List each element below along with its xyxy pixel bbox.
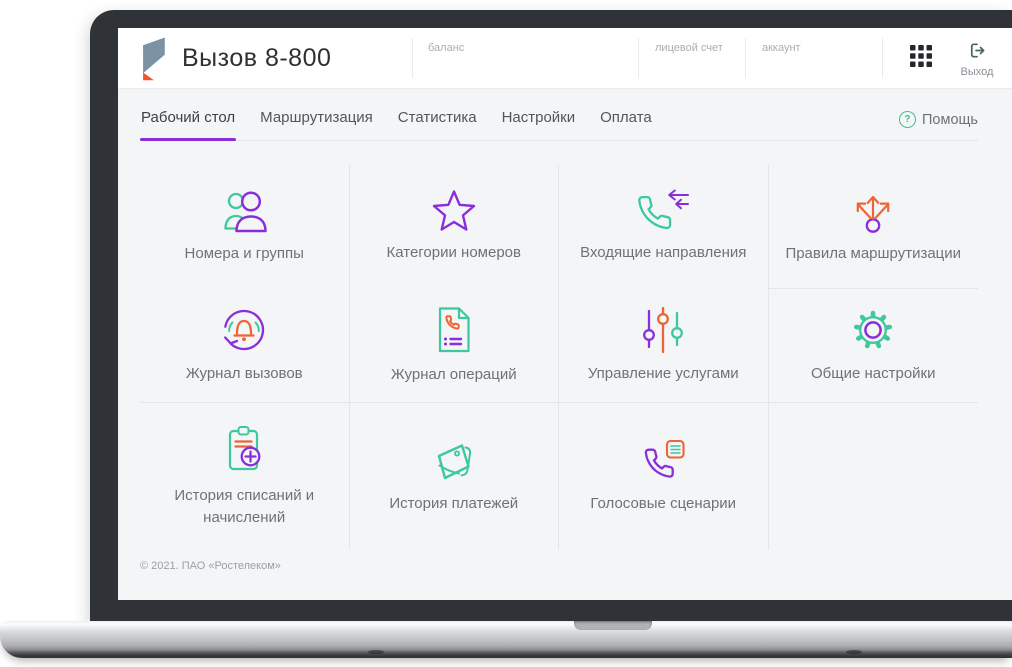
help-link[interactable]: ? Помощь (898, 111, 978, 128)
star-icon (432, 190, 475, 231)
people-icon (224, 191, 267, 233)
tile-label: История платежей (389, 495, 519, 513)
tile-payments-history[interactable]: История платежей (349, 402, 559, 550)
logout-button[interactable]: Выход (946, 41, 1008, 78)
laptop-screen-bezel: Вызов 8-800 баланс лицевой счет аккаунт (90, 10, 1012, 622)
charges-history-icon (229, 426, 261, 471)
tab-payment[interactable]: Оплата (599, 109, 653, 141)
route-split-icon (856, 196, 890, 233)
tile-label: Журнал операций (390, 365, 517, 383)
tile-routing-rules[interactable]: Правила маршрутизации (769, 165, 979, 288)
incoming-call-icon (638, 189, 690, 230)
tile-label: Правила маршрутизации (785, 245, 962, 263)
copyright-text: © 2021. ПАО «Ростелеком» (140, 560, 281, 572)
tile-incoming-directions[interactable]: Входящие направления (559, 165, 769, 288)
gear-icon (854, 310, 893, 349)
tile-voice-scenarios[interactable]: Голосовые сценарии (559, 402, 769, 550)
tile-label: Входящие направления (580, 244, 747, 262)
sliders-icon (643, 306, 684, 353)
header-divider (882, 38, 883, 78)
tile-label: Управление услугами (587, 364, 739, 382)
logout-icon (970, 43, 984, 58)
tile-number-categories[interactable]: Категории номеров (350, 165, 559, 288)
tile-label: Голосовые сценарии (590, 495, 737, 513)
tile-service-management[interactable]: Управление услугами (559, 288, 769, 402)
operations-log-icon (438, 307, 470, 352)
tile-label: История списаний и начислений (174, 487, 315, 526)
tile-label: Категории номеров (386, 244, 521, 262)
dashboard-tile-grid: Номера и группы Категории номеров Входящ… (140, 165, 978, 550)
nav-bar: Рабочий стол Маршрутизация Статистика На… (118, 88, 1012, 141)
page: Вызов 8-800 баланс лицевой счет аккаунт (0, 0, 1012, 667)
account-label: аккаунт (762, 42, 801, 54)
header-divider (638, 38, 639, 78)
tile-charges-history[interactable]: История списаний и начислений (140, 402, 350, 550)
question-circle-icon: ? (898, 111, 916, 128)
tile-operations-log[interactable]: Журнал операций (350, 288, 559, 402)
tile-general-settings[interactable]: Общие настройки (768, 288, 978, 402)
tab-routing[interactable]: Маршрутизация (259, 109, 374, 141)
tab-settings[interactable]: Настройки (501, 109, 577, 141)
laptop-foot (846, 650, 862, 654)
empty-grid-cell (768, 402, 978, 550)
app-header: Вызов 8-800 баланс лицевой счет аккаунт (118, 28, 1012, 89)
help-label: Помощь (921, 111, 978, 128)
app-title: Вызов 8-800 (182, 44, 332, 72)
call-log-icon (224, 309, 265, 350)
apps-grid-button[interactable] (910, 45, 934, 69)
tab-statistics[interactable]: Статистика (397, 109, 478, 141)
tile-call-log[interactable]: Журнал вызовов (140, 288, 350, 402)
account-number-label: лицевой счет (655, 42, 723, 54)
screen-content: Вызов 8-800 баланс лицевой счет аккаунт (118, 28, 1012, 600)
laptop-foot (368, 650, 384, 654)
tab-desktop[interactable]: Рабочий стол (140, 109, 237, 141)
voice-scenario-icon (644, 440, 685, 478)
nav-tabs: Рабочий стол Маршрутизация Статистика На… (140, 109, 653, 141)
header-divider (412, 38, 413, 78)
laptop-notch (574, 621, 652, 630)
balance-label: баланс (428, 42, 465, 54)
apps-grid-icon (910, 45, 932, 67)
tile-label: Номера и группы (184, 245, 304, 263)
laptop-base (0, 621, 1012, 658)
payments-history-icon (437, 444, 471, 480)
rostelecom-logo-icon (143, 37, 165, 81)
tile-label: Журнал вызовов (185, 364, 303, 382)
logout-label: Выход (960, 66, 994, 78)
header-divider (745, 38, 746, 78)
tile-numbers-groups[interactable]: Номера и группы (140, 165, 350, 288)
tile-label: Общие настройки (811, 365, 936, 383)
